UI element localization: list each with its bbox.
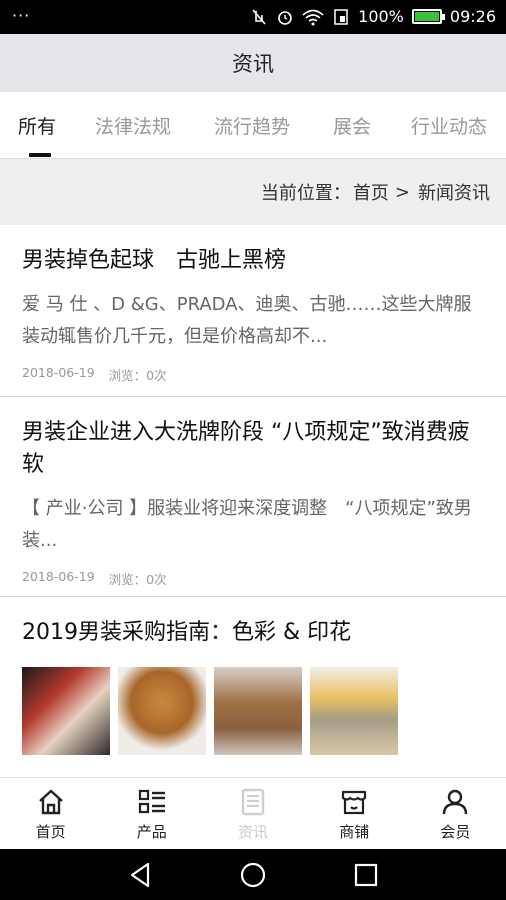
article-meta: 2018-06-19 浏览：0次	[22, 569, 484, 588]
home-circle-icon[interactable]	[239, 861, 267, 889]
more-dots-icon: ···	[12, 6, 31, 25]
nav-member[interactable]: 会员	[405, 778, 506, 850]
alarm-icon	[278, 10, 292, 25]
article-title[interactable]: 男装掉色起球 古驰上黑榜	[22, 245, 484, 277]
wifi-icon	[302, 9, 324, 25]
battery-icon	[411, 9, 445, 24]
nav-member-label: 会员	[440, 822, 471, 841]
article-image[interactable]	[310, 667, 398, 755]
sim-icon	[334, 8, 348, 25]
system-nav-bar	[0, 849, 506, 900]
nav-news[interactable]: 资讯	[202, 778, 303, 850]
recents-icon[interactable]	[352, 861, 380, 889]
article-summary: 爱 马 仕 、D &G、PRADA、迪奥、古驰……这些大牌服装动辄售价几千元，但…	[22, 294, 472, 347]
article-date: 2018-06-19	[22, 569, 95, 584]
article-title[interactable]: 男装企业进入大洗牌阶段 “八项规定”致消费疲软	[22, 417, 484, 481]
active-tab-indicator	[29, 153, 51, 157]
nav-shop-label: 商铺	[339, 822, 370, 841]
breadcrumb-prefix: 当前位置：	[260, 183, 351, 204]
breadcrumb: 当前位置： 首页 > 新闻资讯	[0, 159, 506, 225]
article-item[interactable]: 男装企业进入大洗牌阶段 “八项规定”致消费疲软 【 产业·公司 】服装业将迎来深…	[0, 397, 506, 597]
user-icon	[443, 789, 468, 814]
mute-icon	[252, 8, 266, 25]
article-date: 2018-06-19	[22, 365, 95, 380]
nav-products[interactable]: 产品	[101, 778, 202, 850]
article-image[interactable]	[214, 667, 302, 755]
home-icon	[38, 789, 63, 814]
tab-trends[interactable]: 流行趋势	[214, 112, 290, 139]
battery-percent: 100%	[358, 7, 404, 26]
clock-time: 09:26	[449, 7, 496, 26]
back-icon[interactable]	[126, 861, 154, 889]
nav-home[interactable]: 首页	[0, 778, 101, 850]
status-bar: ··· 100% 09:26	[0, 0, 506, 34]
nav-news-label: 资讯	[238, 822, 269, 841]
breadcrumb-separator: >	[394, 181, 410, 203]
article-views: 浏览：0次	[108, 572, 167, 587]
nav-shop[interactable]: 商铺	[304, 778, 405, 850]
breadcrumb-home-link[interactable]: 首页	[353, 179, 389, 205]
article-meta: 2018-06-19 浏览：0次	[22, 365, 484, 384]
tab-exhibitions[interactable]: 展会	[333, 112, 371, 139]
news-icon	[241, 788, 265, 815]
article-image-gallery	[22, 667, 484, 755]
article-list: 男装掉色起球 古驰上黑榜 爱 马 仕 、D &G、PRADA、迪奥、古驰……这些…	[0, 225, 506, 797]
article-item[interactable]: 2019男装采购指南：色彩 & 印花	[0, 597, 506, 797]
nav-products-label: 产品	[136, 822, 167, 841]
article-item[interactable]: 男装掉色起球 古驰上黑榜 爱 马 仕 、D &G、PRADA、迪奥、古驰……这些…	[0, 225, 506, 397]
shop-icon	[342, 790, 367, 814]
nav-home-label: 首页	[35, 822, 66, 841]
article-image[interactable]	[118, 667, 206, 755]
page-title: 资讯	[232, 52, 274, 76]
category-tabs: 所有 法律法规 流行趋势 展会 行业动态	[0, 92, 506, 159]
tab-industry-news[interactable]: 行业动态	[411, 112, 487, 139]
article-views: 浏览：0次	[108, 368, 167, 383]
app-header: 资讯	[0, 34, 506, 92]
tab-all[interactable]: 所有	[18, 112, 56, 139]
grid-list-icon	[138, 789, 165, 813]
tab-laws[interactable]: 法律法规	[95, 112, 171, 139]
article-image[interactable]	[22, 667, 110, 755]
article-summary: 【 产业·公司 】服装业将迎来深度调整 “八项规定”致男装...	[22, 498, 472, 551]
article-title[interactable]: 2019男装采购指南：色彩 & 印花	[22, 617, 484, 649]
breadcrumb-current: 新闻资讯	[418, 183, 490, 204]
bottom-nav: 首页 产品 资讯 商铺 会员	[0, 777, 506, 850]
